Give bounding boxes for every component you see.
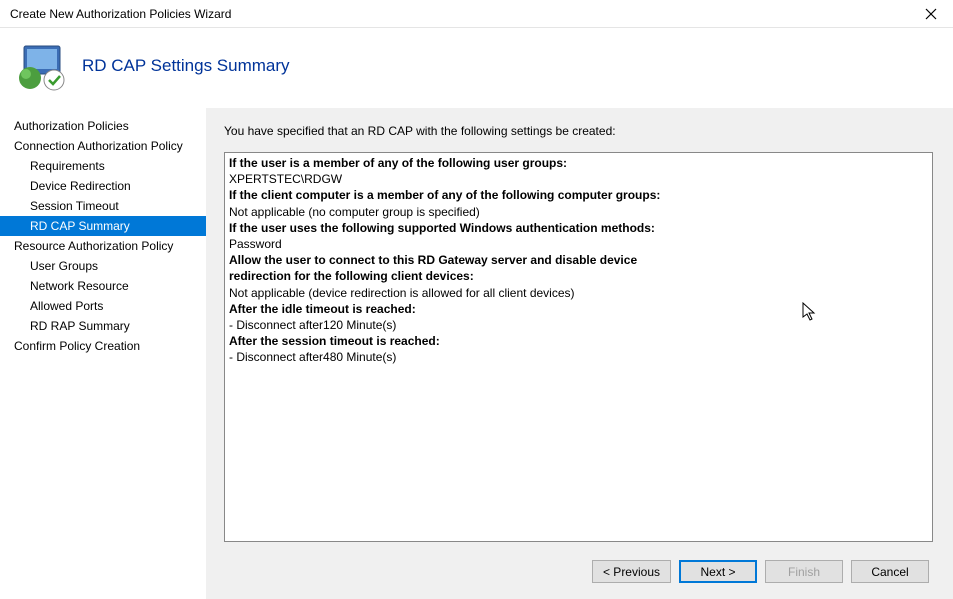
sidebar-item-confirm-policy-creation[interactable]: Confirm Policy Creation (0, 336, 206, 356)
previous-button[interactable]: < Previous (592, 560, 671, 583)
main-panel: You have specified that an RD CAP with t… (206, 108, 953, 599)
summary-heading-idle-timeout: After the idle timeout is reached: (229, 301, 928, 317)
content-area: Authorization Policies Connection Author… (0, 108, 953, 599)
sidebar-item-connection-authorization-policy[interactable]: Connection Authorization Policy (0, 136, 206, 156)
summary-heading-computer-groups: If the client computer is a member of an… (229, 187, 928, 203)
summary-heading-device-redirection-1: Allow the user to connect to this RD Gat… (229, 252, 928, 268)
summary-heading-device-redirection-2: redirection for the following client dev… (229, 268, 928, 284)
titlebar: Create New Authorization Policies Wizard (0, 0, 953, 28)
sidebar-item-resource-authorization-policy[interactable]: Resource Authorization Policy (0, 236, 206, 256)
wizard-sidebar: Authorization Policies Connection Author… (0, 108, 206, 599)
summary-textbox[interactable]: If the user is a member of any of the fo… (224, 152, 933, 542)
close-icon (925, 8, 937, 20)
finish-button: Finish (765, 560, 843, 583)
sidebar-item-rd-rap-summary[interactable]: RD RAP Summary (0, 316, 206, 336)
sidebar-item-network-resource[interactable]: Network Resource (0, 276, 206, 296)
summary-heading-user-groups: If the user is a member of any of the fo… (229, 155, 928, 171)
sidebar-item-requirements[interactable]: Requirements (0, 156, 206, 176)
wizard-header: RD CAP Settings Summary (0, 28, 953, 108)
summary-value-auth-methods: Password (229, 236, 928, 252)
summary-heading-session-timeout: After the session timeout is reached: (229, 333, 928, 349)
wizard-icon (16, 40, 68, 92)
sidebar-item-authorization-policies[interactable]: Authorization Policies (0, 116, 206, 136)
summary-heading-auth-methods: If the user uses the following supported… (229, 220, 928, 236)
sidebar-item-session-timeout[interactable]: Session Timeout (0, 196, 206, 216)
summary-value-user-groups: XPERTSTEC\RDGW (229, 171, 928, 187)
close-button[interactable] (917, 4, 945, 24)
next-button[interactable]: Next > (679, 560, 757, 583)
summary-value-device-redirection: Not applicable (device redirection is al… (229, 285, 928, 301)
sidebar-item-allowed-ports[interactable]: Allowed Ports (0, 296, 206, 316)
page-title: RD CAP Settings Summary (82, 56, 290, 76)
summary-value-idle-timeout: - Disconnect after120 Minute(s) (229, 317, 928, 333)
button-row: < Previous Next > Finish Cancel (224, 542, 933, 587)
cancel-button[interactable]: Cancel (851, 560, 929, 583)
sidebar-item-rd-cap-summary[interactable]: RD CAP Summary (0, 216, 206, 236)
intro-text: You have specified that an RD CAP with t… (224, 124, 933, 138)
summary-value-computer-groups: Not applicable (no computer group is spe… (229, 204, 928, 220)
window-title: Create New Authorization Policies Wizard (10, 7, 231, 21)
sidebar-item-user-groups[interactable]: User Groups (0, 256, 206, 276)
sidebar-item-device-redirection[interactable]: Device Redirection (0, 176, 206, 196)
summary-value-session-timeout: - Disconnect after480 Minute(s) (229, 349, 928, 365)
